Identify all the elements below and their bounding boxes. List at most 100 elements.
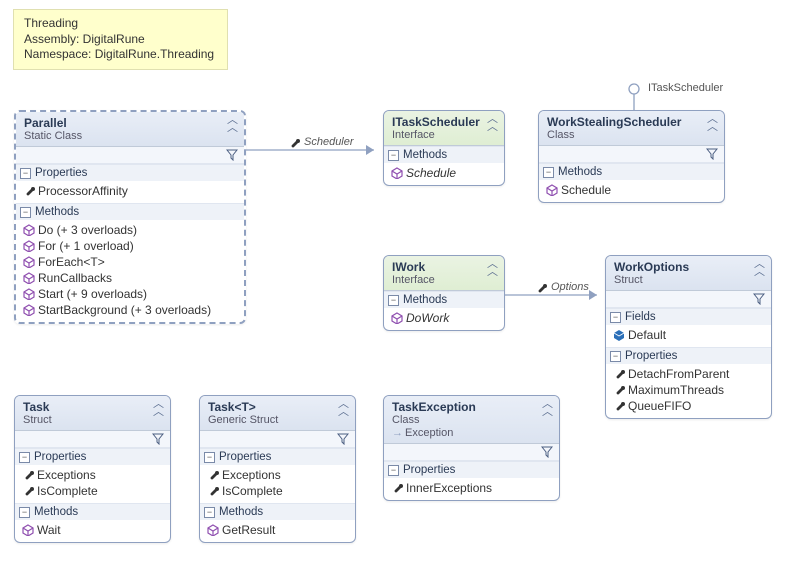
prop-processoraffinity[interactable]: ProcessorAffinity: [20, 183, 242, 199]
prop-exceptions[interactable]: Exceptions: [204, 467, 353, 483]
method-wait[interactable]: Wait: [19, 522, 168, 538]
minus-icon: −: [610, 351, 621, 362]
method-foreach[interactable]: ForEach<T>: [20, 254, 242, 270]
collapse-icon[interactable]: ︿︿: [227, 116, 238, 132]
minus-icon: −: [388, 295, 399, 306]
class-title: Parallel: [24, 116, 220, 130]
method-do[interactable]: Do (+ 3 overloads): [20, 222, 242, 238]
section-methods[interactable]: −Methods: [15, 504, 170, 520]
wrench-icon: [535, 282, 547, 294]
minus-icon: −: [388, 150, 399, 161]
collapse-icon[interactable]: ︿︿: [542, 400, 553, 416]
class-workstealingscheduler[interactable]: WorkStealingScheduler Class ︿︿ −Methods …: [538, 110, 725, 203]
section-properties[interactable]: −Properties: [16, 165, 244, 181]
struct-task[interactable]: Task Struct ︿︿ −Properties Exceptions Is…: [14, 395, 171, 543]
funnel-icon: [706, 148, 718, 160]
prop-detachfromparent[interactable]: DetachFromParent: [610, 366, 769, 382]
filter-bar[interactable]: [15, 431, 170, 448]
class-header: IWork Interface ︿︿: [384, 256, 504, 291]
method-icon: [22, 524, 34, 536]
collapse-icon[interactable]: ︿︿: [487, 115, 498, 131]
field-default[interactable]: Default: [610, 327, 769, 343]
section-properties[interactable]: −Properties: [200, 449, 355, 465]
funnel-icon: [541, 446, 553, 458]
class-subtitle: Static Class: [24, 130, 220, 142]
arrow-icon: →: [392, 427, 403, 439]
class-title: TaskException: [392, 400, 535, 414]
method-icon: [391, 167, 403, 179]
collapse-icon[interactable]: ︿︿: [338, 400, 349, 416]
class-title: ITaskScheduler: [392, 115, 480, 129]
section-methods[interactable]: −Methods: [384, 147, 504, 163]
class-header: WorkOptions Struct ︿︿: [606, 256, 771, 291]
minus-icon: −: [610, 312, 621, 323]
filter-bar[interactable]: [384, 444, 559, 461]
struct-task-t[interactable]: Task<T> Generic Struct ︿︿ −Properties Ex…: [199, 395, 356, 543]
section-methods[interactable]: −Methods: [200, 504, 355, 520]
wrench-icon: [22, 485, 34, 497]
section-methods[interactable]: −Methods: [16, 204, 244, 220]
wrench-icon: [22, 469, 34, 481]
section-properties[interactable]: −Properties: [384, 462, 559, 478]
note-line2: Assembly: DigitalRune: [24, 32, 217, 48]
wrench-icon: [288, 137, 300, 149]
field-icon: [613, 329, 625, 341]
section-methods[interactable]: −Methods: [384, 292, 504, 308]
class-header: Task<T> Generic Struct ︿︿: [200, 396, 355, 431]
filter-bar[interactable]: [16, 147, 244, 164]
class-header: WorkStealingScheduler Class ︿︿: [539, 111, 724, 146]
prop-innerexceptions[interactable]: InnerExceptions: [388, 480, 557, 496]
class-subtitle: Generic Struct: [208, 414, 331, 426]
minus-icon: −: [19, 507, 30, 518]
connection-label-scheduler: Scheduler: [304, 136, 354, 148]
class-subtitle: Class: [392, 414, 535, 426]
method-schedule[interactable]: Schedule: [388, 165, 502, 181]
class-header: Task Struct ︿︿: [15, 396, 170, 431]
method-icon: [23, 256, 35, 268]
section-fields[interactable]: −Fields: [606, 309, 771, 325]
class-header: Parallel Static Class ︿︿: [16, 112, 244, 147]
method-dowork[interactable]: DoWork: [388, 310, 502, 326]
diagram-note: Threading Assembly: DigitalRune Namespac…: [13, 9, 228, 70]
method-icon: [207, 524, 219, 536]
class-subtitle: Class: [547, 129, 700, 141]
prop-iscomplete[interactable]: IsComplete: [19, 483, 168, 499]
section-properties[interactable]: −Properties: [606, 348, 771, 364]
wrench-icon: [613, 384, 625, 396]
class-title: WorkOptions: [614, 260, 747, 274]
filter-bar[interactable]: [200, 431, 355, 448]
wrench-icon: [23, 185, 35, 197]
method-startbackground[interactable]: StartBackground (+ 3 overloads): [20, 302, 242, 318]
method-icon: [23, 304, 35, 316]
prop-exceptions[interactable]: Exceptions: [19, 467, 168, 483]
funnel-icon: [337, 433, 349, 445]
class-title: Task<T>: [208, 400, 331, 414]
method-icon: [391, 312, 403, 324]
collapse-icon[interactable]: ︿︿: [754, 260, 765, 276]
collapse-icon[interactable]: ︿︿: [153, 400, 164, 416]
class-taskexception[interactable]: TaskException Class → Exception ︿︿ −Prop…: [383, 395, 560, 501]
minus-icon: −: [388, 465, 399, 476]
prop-queuefifo[interactable]: QueueFIFO: [610, 398, 769, 414]
collapse-icon[interactable]: ︿︿: [707, 115, 718, 131]
method-schedule[interactable]: Schedule: [543, 182, 722, 198]
collapse-icon[interactable]: ︿︿: [487, 260, 498, 276]
section-properties[interactable]: −Properties: [15, 449, 170, 465]
prop-maximumthreads[interactable]: MaximumThreads: [610, 382, 769, 398]
filter-bar[interactable]: [606, 291, 771, 308]
method-runcallbacks[interactable]: RunCallbacks: [20, 270, 242, 286]
interface-itaskscheduler[interactable]: ITaskScheduler Interface ︿︿ −Methods Sch…: [383, 110, 505, 186]
interface-iwork[interactable]: IWork Interface ︿︿ −Methods DoWork: [383, 255, 505, 331]
method-start[interactable]: Start (+ 9 overloads): [20, 286, 242, 302]
prop-iscomplete[interactable]: IsComplete: [204, 483, 353, 499]
funnel-icon: [753, 293, 765, 305]
class-header: ITaskScheduler Interface ︿︿: [384, 111, 504, 146]
class-parallel[interactable]: Parallel Static Class ︿︿ −Properties Pro…: [14, 110, 246, 324]
wrench-icon: [613, 400, 625, 412]
method-icon: [23, 272, 35, 284]
filter-bar[interactable]: [539, 146, 724, 163]
section-methods[interactable]: −Methods: [539, 164, 724, 180]
method-for[interactable]: For (+ 1 overload): [20, 238, 242, 254]
struct-workoptions[interactable]: WorkOptions Struct ︿︿ −Fields Default −P…: [605, 255, 772, 419]
method-getresult[interactable]: GetResult: [204, 522, 353, 538]
